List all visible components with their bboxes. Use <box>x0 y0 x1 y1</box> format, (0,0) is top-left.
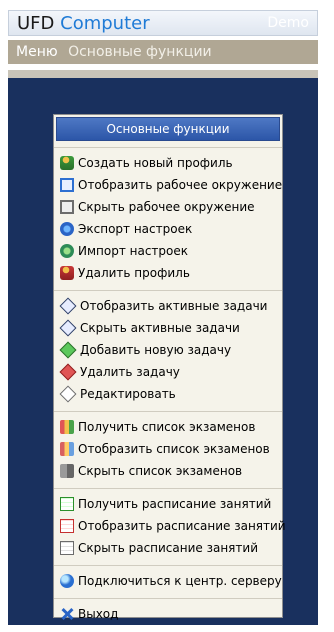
task-add-icon <box>59 341 77 359</box>
import-settings-item[interactable]: Импорт настроек <box>54 240 282 262</box>
window-icon <box>60 178 74 192</box>
task-edit-icon <box>59 385 77 403</box>
exams-show-icon <box>60 442 74 456</box>
edit-task-item[interactable]: Редактировать <box>54 383 282 405</box>
hide-schedule-item[interactable]: Скрыть расписание занятий <box>54 537 282 559</box>
connect-server-item[interactable]: Подключиться к центр. серверу <box>54 570 282 592</box>
profile-group: Создать новый профиль Отобразить рабочее… <box>54 147 282 284</box>
get-schedule-label: Получить расписание занятий <box>78 497 272 511</box>
connect-server-label: Подключиться к центр. серверу <box>78 574 282 588</box>
create-profile-label: Создать новый профиль <box>78 156 233 170</box>
delete-task-item[interactable]: Удалить задачу <box>54 361 282 383</box>
import-settings-label: Импорт настроек <box>78 244 189 258</box>
hide-environment-label: Скрыть рабочее окружение <box>78 200 255 214</box>
delete-profile-label: Удалить профиль <box>78 266 190 280</box>
tasks-show-icon <box>59 297 77 315</box>
server-connect-icon <box>60 574 74 588</box>
show-schedule-item[interactable]: Отобразить расписание занятий <box>54 515 286 537</box>
schedule-group: Получить расписание занятий Отобразить р… <box>54 488 286 559</box>
add-task-label: Добавить новую задачу <box>80 343 232 357</box>
get-exams-label: Получить список экзаменов <box>78 420 256 434</box>
show-exams-label: Отобразить список экзаменов <box>78 442 270 456</box>
main-functions-panel: Основные функции Создать новый профиль О… <box>53 114 286 621</box>
tasks-group: Отобразить активные задачи Скрыть активн… <box>54 290 282 405</box>
task-delete-icon <box>59 363 77 381</box>
export-settings-item[interactable]: Экспорт настроек <box>54 218 282 240</box>
schedule-hide-icon <box>60 541 74 555</box>
exams-group: Получить список экзаменов Отобразить спи… <box>54 411 282 482</box>
exit-item[interactable]: Выход <box>54 603 282 625</box>
hide-schedule-label: Скрыть расписание занятий <box>78 541 258 555</box>
show-environment-item[interactable]: Отобразить рабочее окружение <box>54 174 282 196</box>
hide-exams-item[interactable]: Скрыть список экзаменов <box>54 460 282 482</box>
user-delete-icon <box>60 266 74 280</box>
hide-tasks-item[interactable]: Скрыть активные задачи <box>54 317 282 339</box>
schedule-get-icon <box>60 497 74 511</box>
delete-profile-item[interactable]: Удалить профиль <box>54 262 282 284</box>
menubar: Меню Основные функции <box>8 40 318 64</box>
app-titlebar: UFD Computer Demo <box>8 10 318 36</box>
exit-group: Выход <box>54 598 282 625</box>
hide-exams-label: Скрыть список экзаменов <box>78 464 243 478</box>
exit-label: Выход <box>78 607 119 621</box>
add-task-item[interactable]: Добавить новую задачу <box>54 339 282 361</box>
show-exams-item[interactable]: Отобразить список экзаменов <box>54 438 282 460</box>
window-hide-icon <box>60 200 74 214</box>
get-exams-item[interactable]: Получить список экзаменов <box>54 416 282 438</box>
app-title-part2: Computer <box>60 13 150 34</box>
show-environment-label: Отобразить рабочее окружение <box>78 178 283 192</box>
user-add-icon <box>60 156 74 170</box>
edit-task-label: Редактировать <box>80 387 176 401</box>
demo-badge: Demo <box>267 15 309 31</box>
menu-button[interactable]: Меню <box>16 44 58 60</box>
export-settings-icon <box>60 222 74 236</box>
tasks-hide-icon <box>59 319 77 337</box>
server-group: Подключиться к центр. серверу <box>54 565 282 592</box>
export-settings-label: Экспорт настроек <box>78 222 193 236</box>
exams-hide-icon <box>60 464 74 478</box>
get-schedule-item[interactable]: Получить расписание занятий <box>54 493 282 515</box>
show-schedule-label: Отобразить расписание занятий <box>78 519 286 533</box>
delete-task-label: Удалить задачу <box>80 365 180 379</box>
exit-icon <box>60 607 74 621</box>
import-settings-icon <box>60 244 74 258</box>
show-tasks-label: Отобразить активные задачи <box>80 299 268 313</box>
app-title: UFD Computer <box>17 13 150 34</box>
hide-tasks-label: Скрыть активные задачи <box>80 321 240 335</box>
schedule-show-icon <box>60 519 74 533</box>
create-profile-item[interactable]: Создать новый профиль <box>54 152 282 174</box>
app-title-part1: UFD <box>17 13 55 34</box>
panel-header: Основные функции <box>56 117 280 141</box>
exams-get-icon <box>60 420 74 434</box>
show-tasks-item[interactable]: Отобразить активные задачи <box>54 295 282 317</box>
menubar-section-title: Основные функции <box>68 44 212 60</box>
hide-environment-item[interactable]: Скрыть рабочее окружение <box>54 196 282 218</box>
